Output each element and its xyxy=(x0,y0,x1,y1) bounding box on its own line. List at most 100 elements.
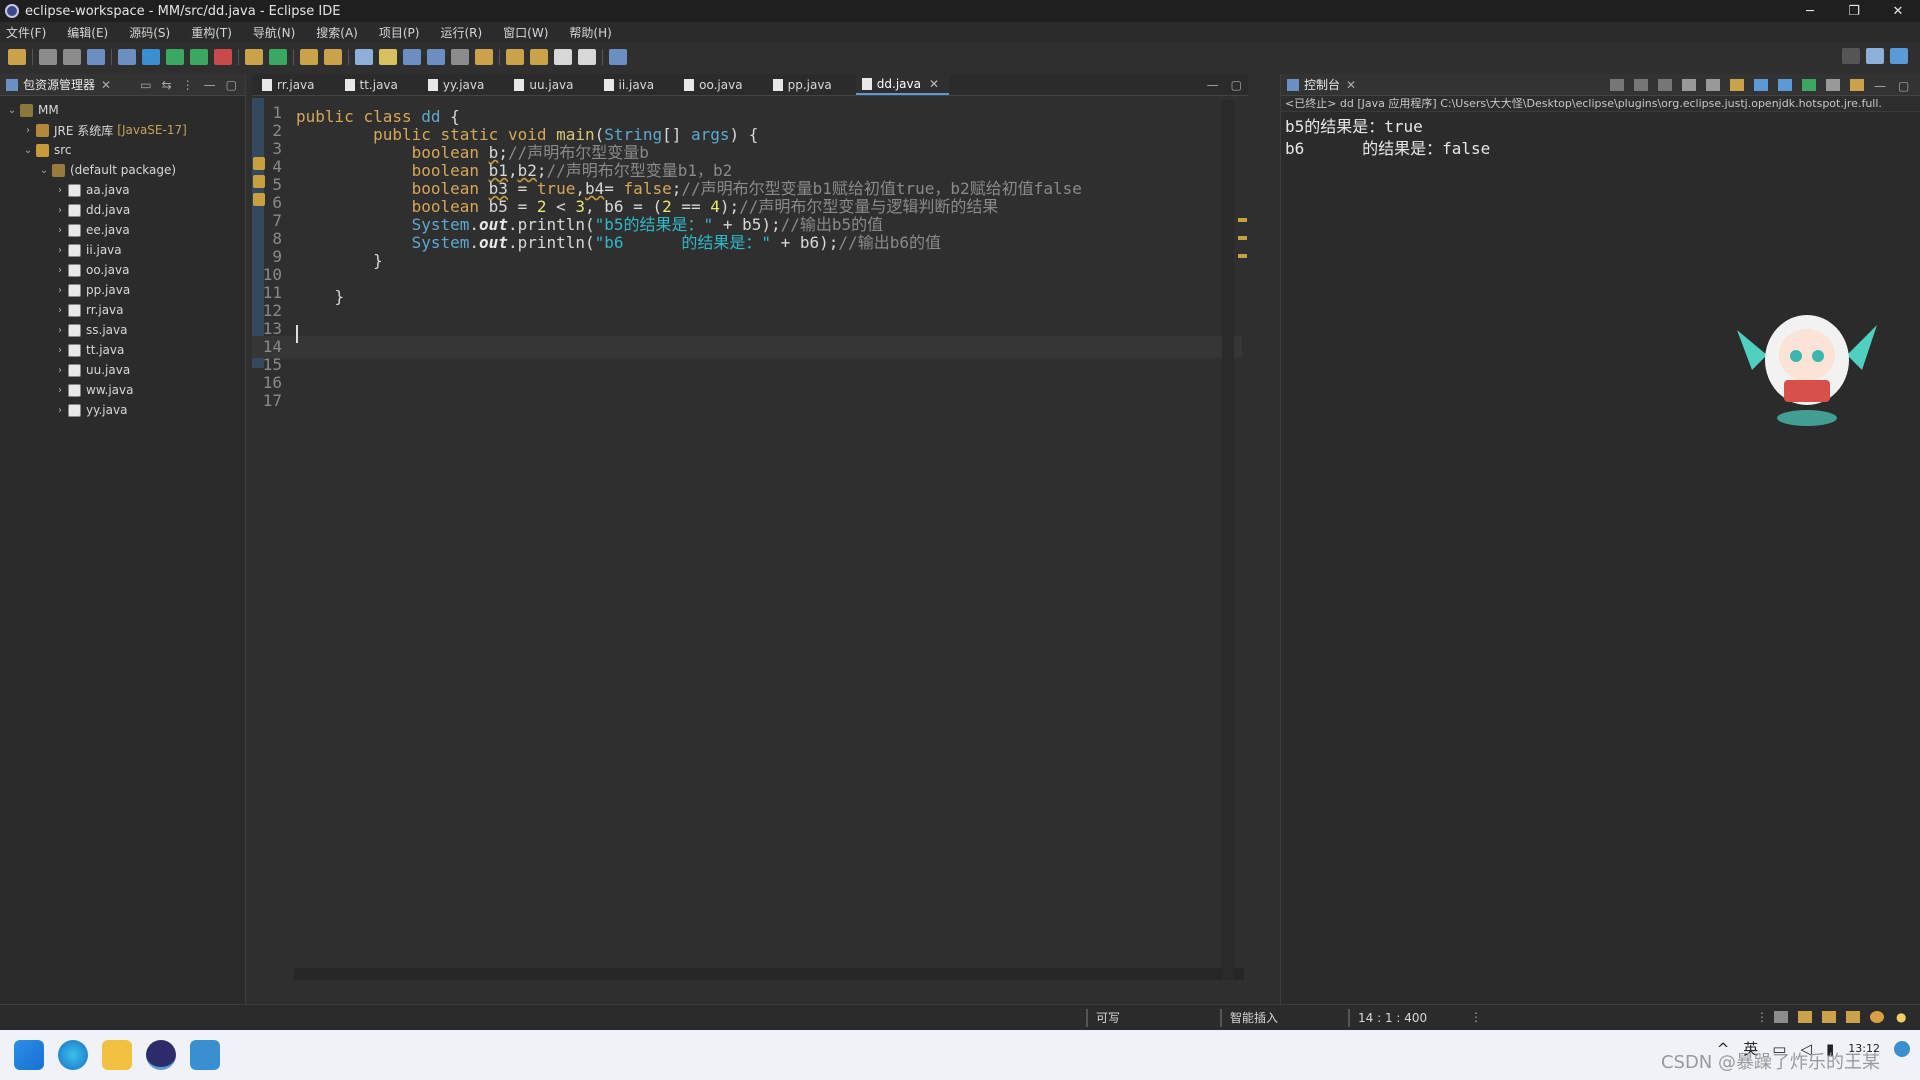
tip-icon[interactable] xyxy=(1774,1011,1788,1023)
minimize-button[interactable]: ─ xyxy=(1788,0,1832,22)
chevron-right-icon[interactable]: › xyxy=(54,285,66,296)
scroll-lock-icon[interactable] xyxy=(1682,78,1696,91)
windows-start-icon[interactable] xyxy=(14,1040,44,1070)
terminate-icon[interactable] xyxy=(1610,78,1624,91)
tree-item[interactable]: › pp.java xyxy=(0,280,245,300)
status-menu-icon[interactable]: ⋮ xyxy=(1470,1010,1482,1024)
run-icon[interactable] xyxy=(166,49,184,65)
toggle-highlight-icon[interactable] xyxy=(379,49,397,65)
menu-source[interactable]: 源码(S) xyxy=(129,24,170,41)
chevron-right-icon[interactable]: › xyxy=(54,305,66,316)
remove-all-terminated-icon[interactable] xyxy=(1658,78,1672,91)
menu-window[interactable]: 窗口(W) xyxy=(503,24,548,41)
tree-item[interactable]: ⌄ src xyxy=(0,140,245,160)
chevron-right-icon[interactable]: › xyxy=(22,125,34,136)
close-button[interactable]: ✕ xyxy=(1876,0,1920,22)
tree-item[interactable]: › oo.java xyxy=(0,260,245,280)
photos-icon[interactable] xyxy=(190,1040,220,1070)
maximize-button[interactable]: ❐ xyxy=(1832,0,1876,22)
chevron-right-icon[interactable]: › xyxy=(54,245,66,256)
search-toolbar-icon[interactable] xyxy=(324,49,342,65)
tree-item[interactable]: › ww.java xyxy=(0,380,245,400)
edge-browser-icon[interactable] xyxy=(58,1040,88,1070)
close-tab-icon[interactable]: ✕ xyxy=(101,78,111,92)
book-icon[interactable] xyxy=(1798,1011,1812,1023)
lightbulb-icon[interactable]: ● xyxy=(1896,1010,1906,1024)
console-tab[interactable]: 控制台 ✕ xyxy=(1287,76,1356,93)
eclipse-taskbar-icon[interactable] xyxy=(146,1040,176,1070)
tree-item[interactable]: › tt.java xyxy=(0,340,245,360)
new-java-project-icon[interactable] xyxy=(245,49,263,65)
file-explorer-icon[interactable] xyxy=(102,1040,132,1070)
editor-tab[interactable]: uu.java xyxy=(508,74,583,95)
open-type-icon[interactable] xyxy=(300,49,318,65)
java-perspective-icon[interactable] xyxy=(1890,48,1908,64)
menu-run[interactable]: 运行(R) xyxy=(440,24,482,41)
menu-search[interactable]: 搜索(A) xyxy=(316,24,358,41)
terminal-icon[interactable] xyxy=(87,49,105,65)
chevron-right-icon[interactable]: › xyxy=(54,345,66,356)
tree-item[interactable]: ⌄ (default package) xyxy=(0,160,245,180)
learn-icon[interactable] xyxy=(1822,1011,1836,1023)
editor-tab[interactable]: rr.java xyxy=(256,74,325,95)
editor-tab[interactable]: ii.java xyxy=(598,74,665,95)
new-console-icon[interactable] xyxy=(1850,78,1864,91)
menu-navigate[interactable]: 导航(N) xyxy=(253,24,295,41)
tree-item[interactable]: › JRE 系统库 [JavaSE-17] xyxy=(0,120,245,140)
save-icon[interactable] xyxy=(39,49,57,65)
package-explorer-tab[interactable]: 包资源管理器 ✕ xyxy=(6,76,111,93)
menu-help[interactable]: 帮助(H) xyxy=(569,24,611,41)
collapse-all-icon[interactable]: ▭ xyxy=(140,78,151,92)
tree-item[interactable]: › ss.java xyxy=(0,320,245,340)
show-on-error-icon[interactable] xyxy=(1754,78,1768,91)
tree-item[interactable]: › ee.java xyxy=(0,220,245,240)
show-on-output-icon[interactable] xyxy=(1730,78,1744,91)
tree-item[interactable]: › dd.java xyxy=(0,200,245,220)
search-icon[interactable] xyxy=(1842,48,1860,64)
chevron-right-icon[interactable]: › xyxy=(54,205,66,216)
close-tab-icon[interactable]: ✕ xyxy=(1346,78,1356,92)
editor-tab[interactable]: yy.java xyxy=(422,74,494,95)
pen-icon[interactable] xyxy=(1846,1011,1860,1023)
status-cursor-position[interactable]: 14 : 1 : 400 xyxy=(1348,1009,1427,1027)
status-menu-icon[interactable]: ⋮ xyxy=(1756,1010,1768,1024)
menu-refactor[interactable]: 重构(T) xyxy=(191,24,232,41)
maximize-view-icon[interactable]: ▢ xyxy=(1898,79,1912,93)
tree-item[interactable]: › uu.java xyxy=(0,360,245,380)
new-class-icon[interactable] xyxy=(269,49,287,65)
chevron-right-icon[interactable]: › xyxy=(54,185,66,196)
chevron-right-icon[interactable]: › xyxy=(54,405,66,416)
minimize-view-icon[interactable]: — xyxy=(204,78,216,92)
back-arrow-icon[interactable] xyxy=(554,49,572,65)
word-wrap-icon[interactable] xyxy=(403,49,421,65)
show-whitespace-icon[interactable] xyxy=(451,49,469,65)
display-selected-console-icon[interactable] xyxy=(1802,78,1816,91)
remove-launch-icon[interactable] xyxy=(1634,78,1648,91)
editor-tab[interactable]: pp.java xyxy=(767,74,842,95)
editor-tab[interactable]: tt.java xyxy=(339,74,408,95)
coverage-icon[interactable] xyxy=(190,49,208,65)
last-edit-icon[interactable] xyxy=(530,49,548,65)
open-perspective-icon[interactable] xyxy=(609,49,627,65)
close-tab-icon[interactable]: ✕ xyxy=(929,77,939,91)
chevron-right-icon[interactable]: › xyxy=(54,225,66,236)
notification-icon[interactable] xyxy=(1894,1040,1910,1057)
status-insert-mode[interactable]: 智能插入 xyxy=(1220,1009,1278,1027)
tree-item[interactable]: › yy.java xyxy=(0,400,245,420)
chevron-down-icon[interactable]: ⌄ xyxy=(6,105,18,116)
link-with-editor-icon[interactable]: ⇆ xyxy=(162,78,172,92)
chevron-right-icon[interactable]: › xyxy=(54,365,66,376)
save-all-icon[interactable] xyxy=(63,49,81,65)
external-tools-icon[interactable] xyxy=(214,49,232,65)
pin-console-icon[interactable] xyxy=(1778,78,1792,91)
open-console-icon[interactable] xyxy=(1826,78,1840,91)
skip-breakpoints-icon[interactable] xyxy=(118,49,136,65)
toggle-mark-occurrences-icon[interactable] xyxy=(355,49,373,65)
tree-item[interactable]: › rr.java xyxy=(0,300,245,320)
block-selection-icon[interactable] xyxy=(427,49,445,65)
menu-project[interactable]: 项目(P) xyxy=(379,24,420,41)
tree-item[interactable]: › aa.java xyxy=(0,180,245,200)
view-menu-icon[interactable]: ⋮ xyxy=(182,78,194,92)
menu-edit[interactable]: 编辑(E) xyxy=(67,24,108,41)
chevron-right-icon[interactable]: › xyxy=(54,325,66,336)
